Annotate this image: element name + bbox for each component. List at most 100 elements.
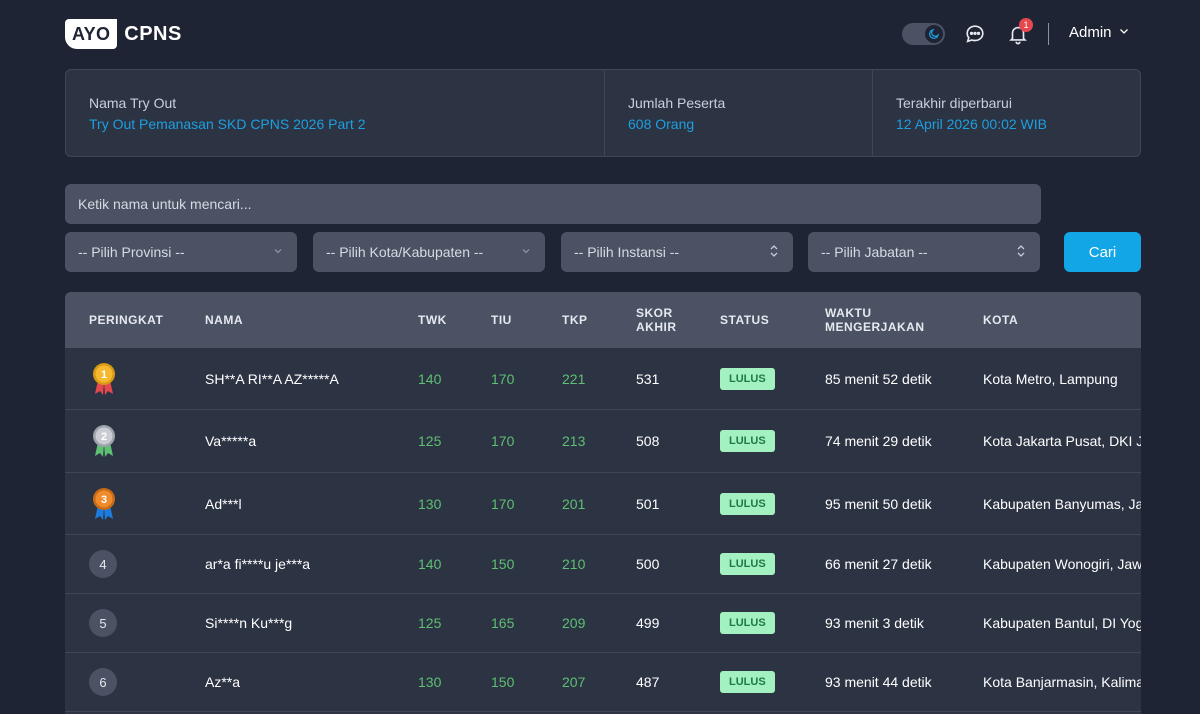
cell-tkp: 201 (562, 495, 586, 512)
table-row[interactable]: 3 Ad***l 130 170 201 501 95 menit 50 detik Kabu… (65, 473, 1141, 535)
col-header-name[interactable]: NAMA (205, 292, 243, 348)
cell-tiu: 165 (491, 615, 515, 631)
table-row[interactable]: 5 Si****n Ku***g 125 165 209 499 93 menit 3 de… (65, 594, 1141, 653)
position-select-value: -- Pilih Jabatan -- (821, 244, 928, 260)
col-header-tiu[interactable]: TIU (491, 292, 512, 348)
logo-text: CPNS (124, 22, 182, 45)
ranking-table: PERINGKAT NAMA TWK TIU TKP SKOR AKHIR ST… (65, 292, 1141, 714)
cell-city: Kota Banjarmasin, Kalimantan Selatan (983, 674, 1141, 690)
participants-cell: Jumlah Peserta 608 Orang (604, 70, 872, 156)
cell-name: Va*****a (205, 433, 257, 449)
cell-time: 93 menit 44 detik (825, 674, 932, 690)
user-menu[interactable]: Admin (1069, 24, 1130, 41)
cell-tiu: 170 (491, 370, 515, 387)
cell-time: 66 menit 27 detik (825, 556, 932, 572)
cell-name: Ad***l (205, 495, 242, 512)
cell-tkp: 221 (562, 370, 586, 387)
agency-select[interactable]: -- Pilih Instansi -- (561, 232, 793, 272)
updated-value: 12 April 2026 00:02 WIB (896, 116, 1047, 132)
cell-tiu: 150 (491, 674, 515, 690)
agency-select-value: -- Pilih Instansi -- (574, 244, 680, 260)
table-row[interactable]: 6 Az**a 130 150 207 487 93 menit 44 detik Kota … (65, 653, 1141, 712)
updated-label: Terakhir diperbarui (896, 95, 1012, 111)
cell-tiu: 170 (491, 495, 515, 512)
cell-score: 499 (636, 615, 660, 631)
participants-value: 608 Orang (628, 116, 695, 132)
cell-city: Kota Metro, Lampung (983, 370, 1118, 387)
rank-cell: 2 (91, 410, 117, 472)
cell-twk: 130 (418, 495, 442, 512)
col-header-tkp[interactable]: TKP (562, 292, 588, 348)
province-select[interactable]: -- Pilih Provinsi -- (65, 232, 297, 272)
status-badge: LULUS (720, 367, 775, 390)
participants-label: Jumlah Peserta (628, 95, 726, 111)
cell-score: 508 (636, 433, 660, 449)
col-header-score-line2: AKHIR (636, 320, 677, 334)
table-row[interactable]: 2 Va*****a 125 170 213 508 74 menit 29 detik Ko… (65, 410, 1141, 473)
cell-score: 487 (636, 674, 660, 690)
search-button[interactable]: Cari (1064, 232, 1141, 272)
chevron-down-icon (272, 244, 284, 260)
cell-name: SH**A RI**A AZ*****A (205, 370, 339, 387)
col-header-twk[interactable]: TWK (418, 292, 447, 348)
position-select[interactable]: -- Pilih Jabatan -- (808, 232, 1040, 272)
medal-icon: 3 (93, 487, 115, 520)
tryout-name-cell: Nama Try Out Try Out Pemanasan SKD CPNS … (66, 70, 604, 156)
table-row[interactable]: 4 ar*a fi****u je***a 140 150 210 500 66 menit… (65, 535, 1141, 594)
rank-number: 5 (89, 609, 117, 637)
dark-mode-toggle[interactable] (902, 23, 945, 45)
cell-status: LULUS (720, 410, 775, 472)
status-badge: LULUS (720, 430, 775, 452)
app-logo[interactable]: AYO CPNS (65, 19, 182, 49)
cell-tkp: 209 (562, 615, 586, 631)
top-header: AYO CPNS 1 Admin (0, 0, 1200, 68)
cell-twk: 125 (418, 433, 442, 449)
cell-tkp: 213 (562, 433, 586, 449)
rank-cell: 4 (89, 535, 117, 593)
tryout-info-card: Nama Try Out Try Out Pemanasan SKD CPNS … (65, 69, 1141, 157)
table-row[interactable]: 1 SH**A RI**A AZ*****A 140 170 221 531 85 meni… (65, 348, 1141, 410)
cell-tiu: 150 (491, 556, 515, 572)
cell-status: LULUS (720, 653, 775, 711)
notification-badge: 1 (1019, 18, 1033, 32)
cell-twk: 125 (418, 615, 442, 631)
medal-rank-number: 3 (101, 494, 107, 506)
col-header-time[interactable]: WAKTU MENGERJAKAN (825, 292, 925, 348)
medal-rank-number: 2 (101, 431, 107, 443)
user-label: Admin (1069, 24, 1112, 41)
cell-tkp: 210 (562, 556, 586, 572)
medal-icon: 1 (93, 362, 115, 395)
cell-twk: 140 (418, 370, 442, 387)
cell-status: LULUS (720, 594, 775, 652)
cell-tkp: 207 (562, 674, 586, 690)
province-select-value: -- Pilih Provinsi -- (78, 244, 185, 260)
logo-box-text: AYO (65, 19, 118, 49)
medal-rank-number: 1 (101, 369, 107, 381)
updated-cell: Terakhir diperbarui 12 April 2026 00:02 … (872, 70, 1140, 156)
cell-time: 85 menit 52 detik (825, 370, 932, 387)
chevron-up-down-icon (1015, 243, 1027, 262)
chat-icon[interactable] (963, 22, 987, 46)
status-badge: LULUS (720, 492, 775, 515)
cell-score: 500 (636, 556, 660, 572)
status-badge: LULUS (720, 553, 775, 575)
search-input[interactable] (65, 184, 1041, 224)
cell-score: 531 (636, 370, 660, 387)
col-header-time-line1: WAKTU (825, 306, 872, 320)
chevron-down-icon (1118, 24, 1130, 41)
city-select[interactable]: -- Pilih Kota/Kabupaten -- (313, 232, 545, 272)
city-select-value: -- Pilih Kota/Kabupaten -- (326, 244, 484, 260)
rank-cell: 1 (91, 348, 117, 409)
cell-city: Kabupaten Banyumas, Jawa Tengah (983, 495, 1141, 512)
col-header-status[interactable]: STATUS (720, 292, 769, 348)
cell-score: 501 (636, 495, 660, 512)
tryout-name-label: Nama Try Out (89, 95, 177, 111)
medal-icon: 2 (93, 425, 115, 457)
col-header-rank[interactable]: PERINGKAT (89, 292, 163, 348)
cell-status: LULUS (720, 348, 775, 409)
col-header-score[interactable]: SKOR AKHIR (636, 292, 677, 348)
col-header-city[interactable]: KOTA (983, 292, 1018, 348)
chevron-up-down-icon (768, 243, 780, 262)
cell-time: 74 menit 29 detik (825, 433, 932, 449)
cell-status: LULUS (720, 535, 775, 593)
